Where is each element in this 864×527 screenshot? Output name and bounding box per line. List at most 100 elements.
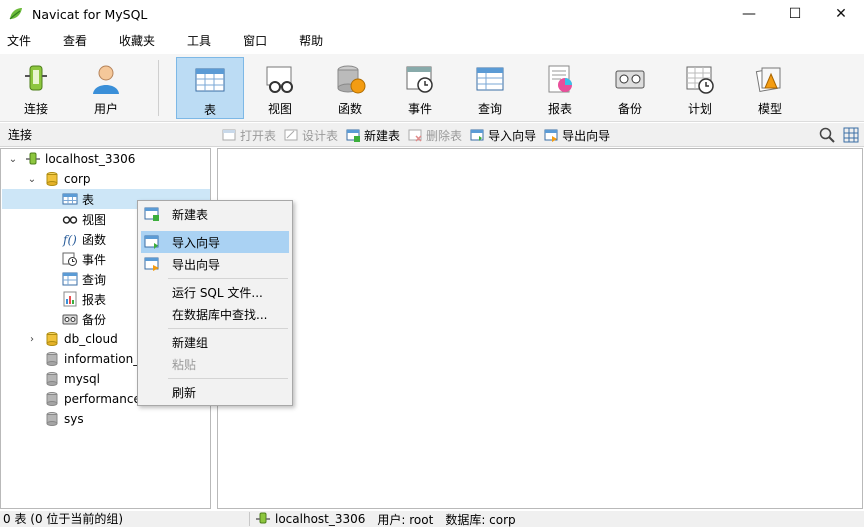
context-menu-paste[interactable]: 粘贴 — [141, 353, 289, 375]
backup-icon — [615, 70, 645, 89]
new-table-button[interactable]: 新建表 — [346, 127, 400, 144]
tree-connection-label: localhost_3306 — [45, 152, 136, 166]
database-icon — [46, 352, 58, 366]
delete-table-button[interactable]: 删除表 — [408, 127, 462, 144]
menu-favorites[interactable]: 收藏夹 — [112, 29, 168, 53]
export-wizard-button[interactable]: 导出向导 — [544, 127, 610, 144]
context-menu-label: 运行 SQL 文件... — [172, 285, 263, 300]
design-table-button[interactable]: 设计表 — [284, 127, 338, 144]
export-wizard-icon — [144, 257, 159, 271]
menu-window[interactable]: 窗口 — [236, 29, 280, 53]
tree-database-label: mysql — [64, 372, 100, 386]
toolbar-function-button[interactable]: 函数 — [316, 57, 384, 119]
tree-item-events[interactable]: 事件 — [62, 249, 106, 269]
database-icon — [46, 372, 58, 386]
close-icon: ✕ — [835, 6, 847, 22]
status-object-count: 0 表 (0 位于当前的组) — [3, 512, 124, 526]
search-icon[interactable] — [818, 126, 836, 144]
menu-file[interactable]: 文件 — [0, 29, 44, 53]
context-menu-export-wizard[interactable]: 导出向导 — [141, 253, 289, 275]
import-wizard-icon — [144, 235, 159, 249]
toolbar-view-button[interactable]: 视图 — [246, 57, 314, 119]
table-icon — [195, 68, 225, 92]
context-menu-label: 在数据库中查找... — [172, 307, 268, 322]
toolbar-user-button[interactable]: 用户 — [72, 57, 140, 119]
svg-text:f(): f() — [62, 233, 77, 247]
tree-database-db-cloud[interactable]: › db_cloud — [26, 329, 118, 349]
database-icon — [46, 332, 58, 346]
table-icon — [62, 193, 78, 205]
chevron-down-icon[interactable]: ⌄ — [26, 173, 38, 185]
title-bar: Navicat for MySQL — ☐ ✕ — [0, 0, 864, 28]
toolbar-label: 函数 — [337, 102, 362, 116]
context-menu-label: 新建组 — [172, 335, 209, 350]
tree-item-label: 表 — [82, 192, 95, 207]
status-bar: 0 表 (0 位于当前的组) localhost_3306 用户: root 数… — [0, 511, 864, 527]
toolbar-backup-button[interactable]: 备份 — [596, 57, 664, 119]
toolbar-schedule-button[interactable]: 计划 — [666, 57, 734, 119]
database-icon — [46, 172, 58, 186]
toolbar-event-button[interactable]: 事件 — [386, 57, 454, 119]
function-icon — [337, 65, 366, 94]
status-divider — [249, 512, 250, 526]
menu-help[interactable]: 帮助 — [292, 29, 336, 53]
context-menu-label: 导出向导 — [172, 257, 221, 272]
query-icon — [476, 67, 504, 91]
toolbar-connection-button[interactable]: 连接 — [2, 57, 70, 119]
minimize-button[interactable]: — — [726, 0, 772, 28]
tree-database-sys[interactable]: sys — [44, 409, 84, 429]
navicat-logo-icon — [9, 8, 22, 20]
schedule-icon — [686, 66, 714, 94]
toolbar-label: 查询 — [477, 102, 502, 116]
toolbar-label: 计划 — [687, 102, 712, 116]
toolbar-model-button[interactable]: 模型 — [736, 57, 804, 119]
toolbar-query-button[interactable]: 查询 — [456, 57, 524, 119]
maximize-button[interactable]: ☐ — [772, 0, 818, 28]
status-user: 用户: root — [377, 512, 434, 527]
event-icon — [62, 252, 77, 266]
close-button[interactable]: ✕ — [818, 0, 864, 28]
tree-database-performance-schema[interactable]: performance_ — [44, 389, 147, 409]
tree-item-queries[interactable]: 查询 — [62, 269, 106, 289]
tree-database-label: db_cloud — [64, 332, 118, 346]
import-wizard-button[interactable]: 导入向导 — [470, 127, 536, 144]
main-toolbar: 连接 用户 表 视图 函数 事件 查询 报表 备份 计划 模型 — [0, 54, 864, 122]
minimize-icon: — — [742, 6, 756, 22]
tree-item-label: 备份 — [82, 312, 107, 327]
tree-item-reports[interactable]: 报表 — [62, 289, 106, 309]
tree-item-views[interactable]: 视图 — [62, 209, 106, 229]
context-menu-run-sql-file[interactable]: 运行 SQL 文件... — [141, 281, 289, 303]
query-icon — [62, 272, 78, 286]
chevron-right-icon[interactable]: › — [26, 333, 38, 345]
tree-database-mysql[interactable]: mysql — [44, 369, 100, 389]
tree-database-information-schema[interactable]: information_ — [44, 349, 139, 369]
menu-view[interactable]: 查看 — [56, 29, 100, 53]
toolbar-separator — [158, 60, 159, 116]
menu-tools[interactable]: 工具 — [180, 29, 224, 53]
toolbar-report-button[interactable]: 报表 — [526, 57, 594, 119]
chevron-down-icon[interactable]: ⌄ — [7, 153, 19, 165]
context-menu-new-group[interactable]: 新建组 — [141, 331, 289, 353]
window-title: Navicat for MySQL — [32, 6, 148, 22]
object-list-pane[interactable] — [217, 148, 863, 509]
context-menu-new-table[interactable]: 新建表 — [141, 203, 289, 225]
connection-pane-label: 连接 — [8, 128, 33, 142]
context-menu-label: 导入向导 — [172, 235, 221, 250]
tree-item-label: 查询 — [82, 272, 107, 287]
tree-item-label: 函数 — [82, 232, 107, 247]
context-menu-find-in-database[interactable]: 在数据库中查找... — [141, 303, 289, 325]
grid-view-icon[interactable] — [842, 126, 860, 144]
context-menu-refresh[interactable]: 刷新 — [141, 381, 289, 403]
context-menu-label: 粘贴 — [172, 357, 197, 372]
tree-database-corp[interactable]: ⌄ corp — [26, 169, 91, 189]
open-table-button[interactable]: 打开表 — [222, 127, 276, 144]
model-icon — [755, 67, 781, 92]
tree-connection[interactable]: ⌄ localhost_3306 — [7, 149, 136, 169]
tree-item-backups[interactable]: 备份 — [62, 309, 106, 329]
context-menu-import-wizard[interactable]: 导入向导 — [141, 231, 289, 253]
backup-icon — [62, 314, 78, 325]
toolbar-table-button[interactable]: 表 — [176, 57, 244, 119]
toolbar-label: 用户 — [93, 102, 118, 116]
tree-item-functions[interactable]: f() 函数 — [62, 229, 106, 249]
toolbar-label: 视图 — [267, 102, 292, 116]
